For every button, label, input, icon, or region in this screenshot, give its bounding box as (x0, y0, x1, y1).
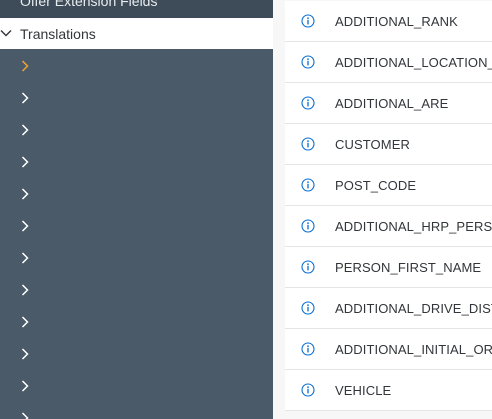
list-item[interactable]: ADDITIONAL_LOCATION_ (285, 42, 492, 83)
chevron-right-icon (21, 412, 29, 419)
list-item-label: ADDITIONAL_LOCATION_ (335, 55, 492, 70)
nav-item[interactable] (0, 114, 273, 146)
chevron-right-icon (21, 124, 29, 136)
info-icon[interactable] (301, 178, 315, 192)
translations-list: ADDITIONAL_RANK ADDITIONAL_LOCATION_ ADDIT… (273, 0, 492, 419)
nav-item[interactable] (0, 50, 273, 82)
list-item[interactable]: ADDITIONAL_ARE (285, 83, 492, 124)
nav-item-label: Offer Extension Fields (20, 0, 158, 9)
chevron-right-icon (21, 156, 29, 168)
info-icon[interactable] (301, 219, 315, 233)
nav-item[interactable] (0, 210, 273, 242)
nav-item[interactable] (0, 402, 273, 419)
list-item-label: ADDITIONAL_HRP_PERSO (335, 219, 492, 234)
list-item[interactable]: ADDITIONAL_INITIAL_OR (285, 329, 492, 370)
list-item-label: CUSTOMER (335, 137, 410, 152)
list-item-label: POST_CODE (335, 178, 417, 193)
chevron-right-icon (21, 60, 29, 72)
nav-item[interactable] (0, 82, 273, 114)
info-icon[interactable] (301, 14, 315, 28)
list-item[interactable]: ADDITIONAL_DRIVE_DIST (285, 288, 492, 329)
nav-item[interactable] (0, 242, 273, 274)
info-icon[interactable] (301, 383, 315, 397)
info-icon[interactable] (301, 96, 315, 110)
info-icon[interactable] (301, 55, 315, 69)
list-item-label: PERSON_FIRST_NAME (335, 260, 482, 275)
nav-item-offer-extension-fields[interactable]: Offer Extension Fields (0, 0, 273, 18)
chevron-down-icon (0, 30, 12, 37)
list-item[interactable]: CUSTOMER (285, 124, 492, 165)
chevron-right-icon (21, 220, 29, 232)
nav-section-label: Translations (20, 26, 96, 42)
nav-item[interactable] (0, 370, 273, 402)
chevron-right-icon (21, 380, 29, 392)
list-item-label: ADDITIONAL_INITIAL_OR (335, 342, 492, 357)
nav-item[interactable] (0, 306, 273, 338)
chevron-right-icon (21, 188, 29, 200)
list-item[interactable]: POST_CODE (285, 165, 492, 206)
chevron-right-icon (21, 252, 29, 264)
chevron-right-icon (21, 348, 29, 360)
nav-item[interactable] (0, 338, 273, 370)
list-item[interactable]: ADDITIONAL_RANK (285, 1, 492, 42)
list-item-label: VEHICLE (335, 383, 392, 398)
list-item[interactable]: VEHICLE (285, 370, 492, 411)
nav-item[interactable] (0, 146, 273, 178)
chevron-right-icon (21, 92, 29, 104)
left-navigation-panel: Offer Extension Fields Translations (0, 0, 273, 419)
list-item[interactable]: ADDITIONAL_HRP_PERSO (285, 206, 492, 247)
chevron-right-icon (21, 284, 29, 296)
chevron-right-icon (21, 316, 29, 328)
nav-item[interactable] (0, 178, 273, 210)
list-item-label: ADDITIONAL_DRIVE_DIST (335, 301, 492, 316)
info-icon[interactable] (301, 137, 315, 151)
nav-item[interactable] (0, 274, 273, 306)
nav-section-translations[interactable]: Translations (0, 18, 273, 49)
list-item-label: ADDITIONAL_ARE (335, 96, 449, 111)
info-icon[interactable] (301, 260, 315, 274)
list-item-label: ADDITIONAL_RANK (335, 14, 458, 29)
info-icon[interactable] (301, 301, 315, 315)
list-item[interactable]: PERSON_FIRST_NAME (285, 247, 492, 288)
info-icon[interactable] (301, 342, 315, 356)
